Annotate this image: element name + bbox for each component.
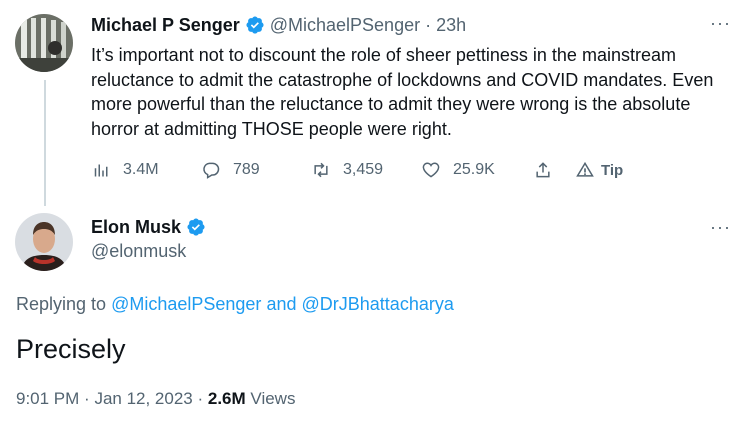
tweet-metadata: 9:01 PM · Jan 12, 2023 · 2.6M Views (16, 389, 296, 408)
mention-link[interactable]: @MichaelPSenger (111, 294, 261, 314)
share-icon (536, 162, 550, 178)
more-options-icon[interactable]: ··· (710, 13, 731, 33)
author-avatar[interactable] (15, 14, 73, 72)
reply-tweet-text: Precisely (16, 334, 126, 364)
original-tweet[interactable]: Michael P Senger @MichaelPSenger · 23h ·… (91, 13, 731, 141)
author-name[interactable]: Michael P Senger (91, 15, 240, 36)
verified-badge-icon (186, 217, 206, 237)
heart-icon (422, 162, 440, 178)
tip-icon (576, 161, 594, 177)
reply-icon (203, 162, 220, 179)
avatar-image (15, 14, 73, 72)
tweet-time[interactable]: 9:01 PM (16, 389, 79, 408)
tweet-text: It’s important not to discount the role … (91, 45, 714, 139)
author-handle[interactable]: @MichaelPSenger (270, 15, 420, 36)
reply-count: 789 (233, 161, 260, 178)
views-count: 2.6M (207, 389, 246, 408)
retweet-count: 3,459 (343, 161, 384, 178)
views-label: Views (250, 389, 296, 408)
analytics-icon (94, 164, 108, 177)
tweet-actions-bar: 3.4M 789 3,459 25.9K Tip (91, 158, 635, 182)
avatar-image (15, 213, 73, 271)
replying-prefix: Replying to (16, 294, 107, 314)
views-count: 3.4M (123, 161, 159, 178)
thread-connector-line (44, 80, 46, 206)
views-button[interactable]: 3.4M (91, 160, 201, 180)
reply-author-handle[interactable]: @elonmusk (91, 241, 731, 262)
like-count: 25.9K (453, 161, 495, 178)
retweet-button[interactable]: 3,459 (311, 160, 421, 180)
tip-label: Tip (601, 161, 624, 179)
share-button[interactable] (533, 160, 575, 180)
tip-button[interactable]: Tip (575, 160, 635, 180)
reply-button[interactable]: 789 (201, 160, 311, 180)
retweet-icon (314, 162, 328, 178)
tweet-date[interactable]: Jan 12, 2023 (94, 389, 192, 408)
mention-link[interactable]: @DrJBhattacharya (302, 294, 454, 314)
reply-author-name[interactable]: Elon Musk (91, 217, 181, 238)
like-button[interactable]: 25.9K (421, 160, 533, 180)
separator-dot: · (425, 14, 432, 35)
mention-conjunction: and (266, 294, 297, 314)
reply-tweet-header: Elon Musk @elonmusk ··· (91, 215, 731, 262)
replying-to-line: Replying to @MichaelPSenger and @DrJBhat… (16, 294, 454, 315)
reply-author-avatar[interactable] (15, 213, 73, 271)
more-options-icon[interactable]: ··· (710, 217, 731, 238)
verified-badge-icon (245, 15, 265, 35)
tweet-timestamp[interactable]: 23h (436, 15, 466, 36)
